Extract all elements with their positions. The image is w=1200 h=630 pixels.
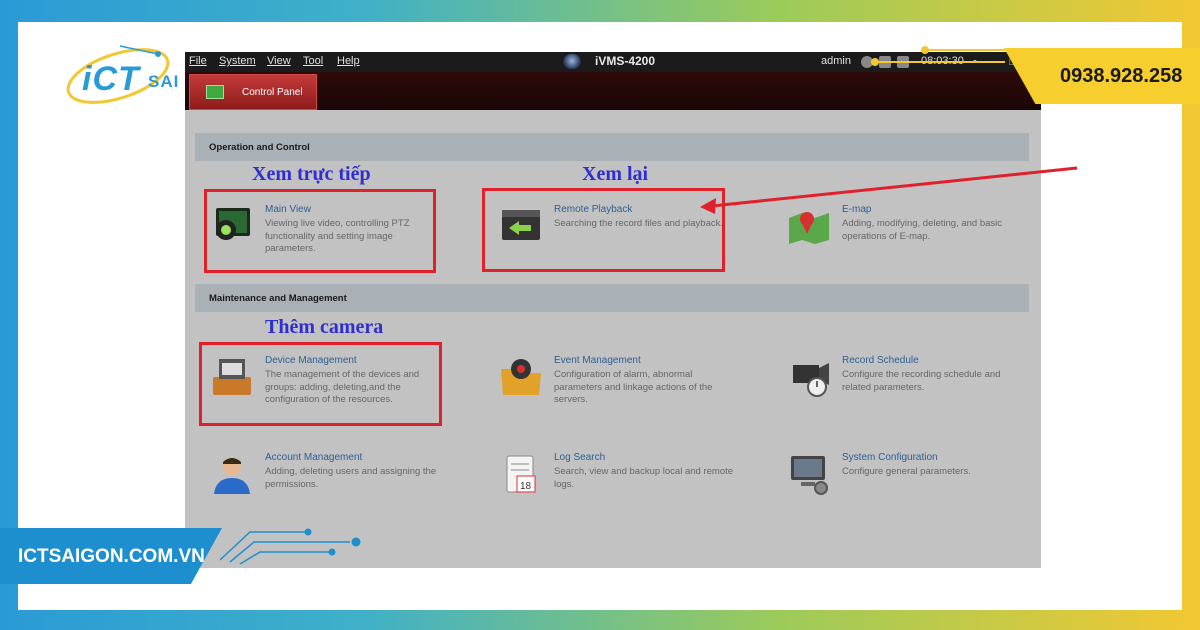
tab-label: Control Panel <box>242 87 303 98</box>
website-badge[interactable]: ICTSAIGON.COM.VN <box>0 528 222 584</box>
menu-view[interactable]: View <box>267 55 291 67</box>
highlight-device-management <box>199 342 442 426</box>
item-desc: Adding, deleting users and assigning the… <box>265 466 437 490</box>
menu-help[interactable]: Help <box>337 55 360 67</box>
tab-bar: Control Panel <box>185 72 1041 110</box>
item-desc: Configure general parameters. <box>842 466 971 477</box>
menu-system[interactable]: System <box>219 55 256 67</box>
ivms-window: File System View Tool Help iVMS-4200 adm… <box>185 52 1041 568</box>
user-label: admin <box>821 55 851 67</box>
app-logo-icon <box>563 54 581 69</box>
item-desc: Search, view and backup local and remote… <box>554 466 734 490</box>
record-schedule-icon <box>787 355 831 399</box>
item-title: Event Management <box>554 355 641 366</box>
circuit-lines-icon <box>871 46 1005 66</box>
website-url: ICTSAIGON.COM.VN <box>18 546 205 567</box>
phone-number: 0938.928.258 <box>1060 65 1183 87</box>
item-account-management[interactable]: Account Management Adding, deleting user… <box>210 452 470 522</box>
item-title: Account Management <box>265 452 363 463</box>
app-title: iVMS-4200 <box>595 54 656 68</box>
item-title: Log Search <box>554 452 606 463</box>
log-search-icon: 18 <box>499 452 543 496</box>
section-maintenance-management: Maintenance and Management <box>195 284 1029 312</box>
circuit-lines-icon <box>220 528 361 565</box>
annotation-live-view: Xem trực tiếp <box>252 163 371 185</box>
section-operation-control: Operation and Control <box>195 133 1029 161</box>
annotation-add-camera: Thêm camera <box>265 316 384 338</box>
phone-badge[interactable]: 0938.928.258 <box>1004 48 1200 104</box>
highlight-remote-playback <box>482 188 725 272</box>
account-icon <box>210 452 254 496</box>
item-event-management[interactable]: Event Management Configuration of alarm,… <box>499 355 759 425</box>
control-panel-icon <box>206 85 224 99</box>
event-management-icon <box>499 355 543 399</box>
item-title: Record Schedule <box>842 355 919 366</box>
item-log-search[interactable]: 18 Log Search Search, view and backup lo… <box>499 452 759 522</box>
logo-main-text: iCT <box>82 60 140 98</box>
system-config-icon <box>787 452 831 496</box>
arrow-to-playback-icon <box>700 166 1078 214</box>
item-record-schedule[interactable]: Record Schedule Configure the recording … <box>787 355 1047 425</box>
item-desc: Configure the recording schedule and rel… <box>842 369 1001 393</box>
item-desc: Configuration of alarm, abnormal paramet… <box>554 369 713 405</box>
item-title: System Configuration <box>842 452 938 463</box>
item-desc: Adding, modifying, deleting, and basic o… <box>842 218 1003 242</box>
highlight-main-view <box>204 189 436 273</box>
menu-file[interactable]: File <box>189 55 207 67</box>
item-system-configuration[interactable]: System Configuration Configure general p… <box>787 452 1047 522</box>
annotation-playback: Xem lại <box>582 163 649 185</box>
svg-text:18: 18 <box>520 481 532 492</box>
tab-control-panel[interactable]: Control Panel <box>189 74 317 110</box>
menu-tool[interactable]: Tool <box>303 55 323 67</box>
